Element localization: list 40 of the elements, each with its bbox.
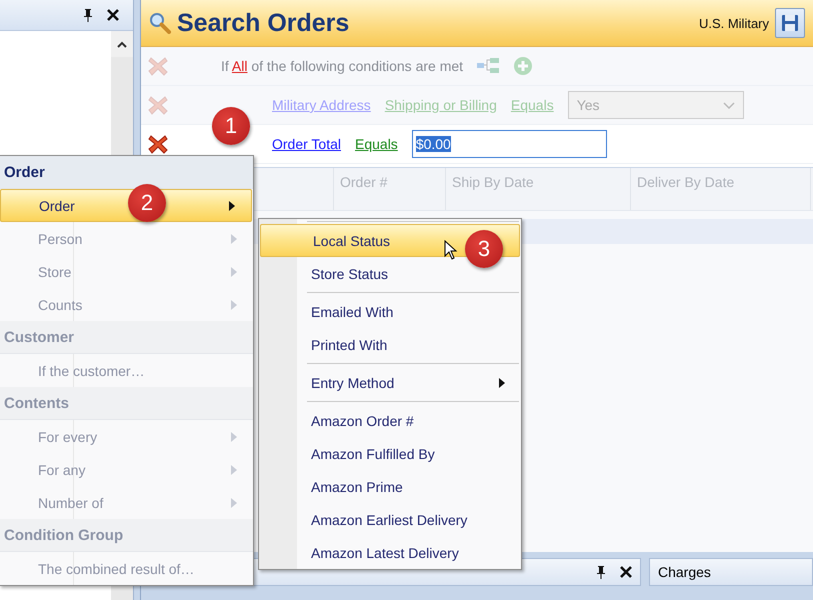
- scroll-up-icon[interactable]: [117, 40, 127, 48]
- panel-title: Charges: [658, 564, 711, 580]
- condition-text: If All of the following conditions are met: [221, 58, 464, 74]
- condition-link[interactable]: Equals: [355, 136, 398, 152]
- close-icon[interactable]: [620, 566, 632, 578]
- menu-item[interactable]: Amazon Latest Delivery: [259, 536, 521, 569]
- input-field[interactable]: $0.00: [412, 130, 607, 158]
- store-name: U.S. Military: [698, 16, 769, 30]
- delete-icon[interactable]: [147, 133, 169, 155]
- caret-icon: [722, 102, 735, 108]
- column-header[interactable]: Order #: [334, 168, 446, 210]
- menu-section-header: Condition Group: [0, 519, 253, 552]
- close-icon[interactable]: [107, 9, 119, 21]
- menu-item[interactable]: Entry Method: [259, 366, 521, 399]
- menu-item[interactable]: Printed With: [259, 328, 521, 361]
- menu-item[interactable]: Amazon Prime: [259, 470, 521, 503]
- submenu-arrow-icon: [499, 378, 505, 388]
- column-header[interactable]: Ship By Date: [446, 168, 631, 210]
- menu-section-header: Contents: [0, 387, 253, 420]
- submenu-arrow-icon: [231, 300, 237, 310]
- menu-item[interactable]: Emailed With: [259, 295, 521, 328]
- column-header[interactable]: Deliver By Date: [631, 168, 811, 210]
- search-icon: [149, 12, 171, 34]
- submenu-arrow-icon: [231, 498, 237, 508]
- pin-icon[interactable]: [83, 8, 93, 22]
- menu-section-header: Customer: [0, 321, 253, 354]
- panel-title: Search Orders: [177, 8, 350, 38]
- submenu-arrow-icon: [231, 266, 237, 276]
- condition-link[interactable]: Order Total: [272, 136, 341, 152]
- submenu-arrow-icon: [231, 234, 237, 244]
- menu-item[interactable]: Amazon Fulfilled By: [259, 437, 521, 470]
- menu-item[interactable]: Amazon Earliest Delivery: [259, 503, 521, 536]
- menu-section-header: Order: [0, 156, 253, 189]
- mouse-cursor-icon: [444, 240, 458, 260]
- save-button[interactable]: [775, 8, 805, 38]
- menu-item[interactable]: Amazon Order #: [259, 404, 521, 437]
- pin-icon[interactable]: [596, 566, 606, 578]
- submenu-arrow-icon: [229, 200, 235, 210]
- submenu-arrow-icon: [231, 464, 237, 474]
- submenu-arrow-icon: [231, 432, 237, 442]
